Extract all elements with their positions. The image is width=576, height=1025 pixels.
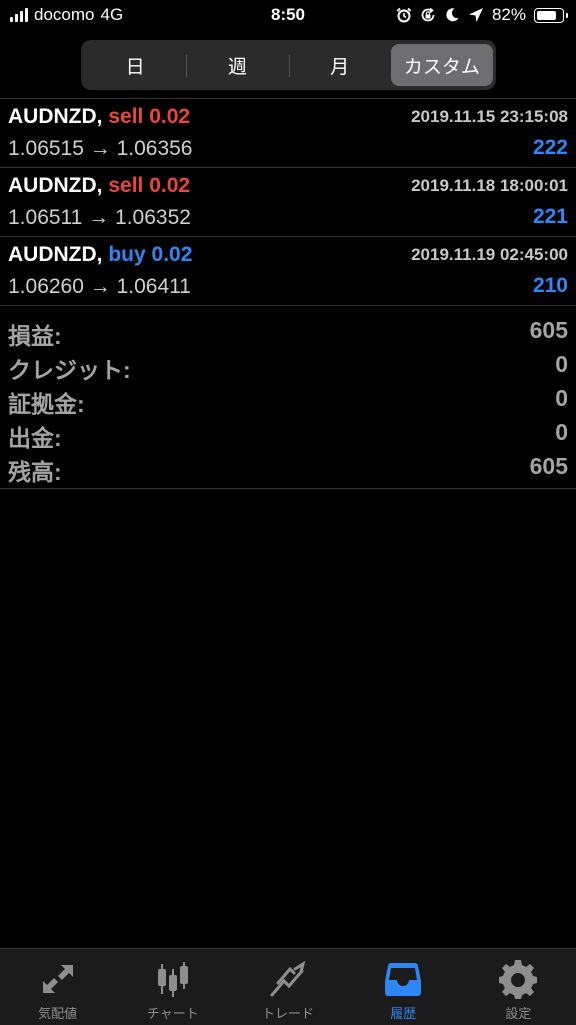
trade-time: 2019.11.18 18:00:01 [411, 176, 568, 195]
tab-bar: 気配値 チャート トレード 履歴 設定 [0, 948, 576, 1025]
trade-symbol: AUDNZD, [8, 174, 103, 197]
trade-prices: 1.06511 → 1.06352 [8, 206, 191, 229]
tab-gear[interactable]: 設定 [461, 949, 576, 1025]
summary-label: クレジット: [8, 357, 131, 383]
period-segmented-control: 日週月カスタム [81, 40, 496, 90]
chart-candles-icon [153, 959, 193, 999]
location-icon [468, 8, 483, 22]
battery-percent: 82% [491, 5, 526, 24]
trade-symbol: AUDNZD, [8, 243, 103, 266]
trade-header: AUDNZD, sell 0.02 [8, 174, 190, 198]
summary-value: 0 [555, 351, 568, 377]
segment-2[interactable]: 月 [288, 44, 391, 86]
summary-row: 損益: 605 [0, 314, 576, 349]
trade-profit: 221 [532, 205, 568, 228]
trade-time: 2019.11.15 23:15:08 [411, 107, 568, 126]
trade-profit: 210 [532, 274, 568, 297]
account-summary: 損益: 605 クレジット: 0 証拠金: 0 出金: 0 残高: 605 [0, 306, 576, 488]
trade-icon [268, 959, 308, 999]
summary-value: 0 [555, 419, 568, 445]
history-list: AUDNZD, sell 0.02 2019.11.15 23:15:08 1.06… [0, 98, 576, 489]
tab-history-inbox[interactable]: 履歴 [346, 949, 461, 1025]
trade-row[interactable]: AUDNZD, sell 0.02 2019.11.18 18:00:01 1.06… [0, 168, 576, 236]
tab-label: チャート [146, 1006, 199, 1021]
battery-fill [537, 10, 556, 20]
trade-time: 2019.11.19 02:45:00 [411, 245, 568, 264]
trade-symbol: AUDNZD, [8, 105, 103, 128]
tab-label: 履歴 [390, 1006, 417, 1021]
summary-value: 605 [529, 317, 568, 343]
alarm-icon [396, 7, 412, 23]
summary-label: 証拠金: [8, 391, 85, 417]
status-bar: docomo 4G 8:50 82% [0, 0, 576, 32]
summary-value: 605 [529, 453, 568, 479]
battery-icon [534, 7, 568, 23]
trade-profit: 222 [532, 136, 568, 159]
trade-row[interactable]: AUDNZD, sell 0.02 2019.11.15 23:15:08 1.06… [0, 99, 576, 167]
tab-quotes[interactable]: 気配値 [0, 949, 115, 1025]
trade-row[interactable]: AUDNZD, buy 0.02 2019.11.19 02:45:00 1.062… [0, 237, 576, 305]
summary-label: 損益: [8, 323, 62, 349]
moon-icon [446, 8, 459, 22]
summary-row: 残高: 605 [0, 450, 576, 485]
segment-0[interactable]: 日 [84, 44, 186, 86]
tab-label: トレード [262, 1006, 315, 1021]
gear-icon [498, 959, 538, 999]
summary-value: 0 [555, 385, 568, 411]
tab-chart-candles[interactable]: チャート [115, 949, 230, 1025]
trade-header: AUDNZD, sell 0.02 [8, 105, 190, 129]
status-right: 82% [396, 5, 568, 25]
tab-label: 気配値 [38, 1006, 78, 1021]
summary-row: 証拠金: 0 [0, 382, 576, 417]
divider [0, 488, 576, 489]
summary-row: 出金: 0 [0, 416, 576, 451]
tab-label: 設定 [505, 1006, 532, 1021]
trade-prices: 1.06515 → 1.06356 [8, 137, 193, 160]
segment-3[interactable]: カスタム [390, 44, 493, 86]
trade-side: sell 0.02 [108, 105, 191, 128]
summary-label: 残高: [8, 459, 62, 485]
summary-row: クレジット: 0 [0, 348, 576, 383]
trade-prices: 1.06260 → 1.06411 [8, 275, 191, 298]
trade-header: AUDNZD, buy 0.02 [8, 243, 192, 267]
history-inbox-icon [383, 959, 423, 999]
summary-label: 出金: [8, 425, 62, 451]
quotes-icon [38, 959, 78, 999]
trade-side: sell 0.02 [108, 174, 191, 197]
segment-1[interactable]: 週 [186, 44, 288, 86]
trade-side: buy 0.02 [108, 243, 193, 266]
orientation-lock-icon [421, 7, 435, 22]
tab-trade[interactable]: トレード [230, 949, 345, 1025]
